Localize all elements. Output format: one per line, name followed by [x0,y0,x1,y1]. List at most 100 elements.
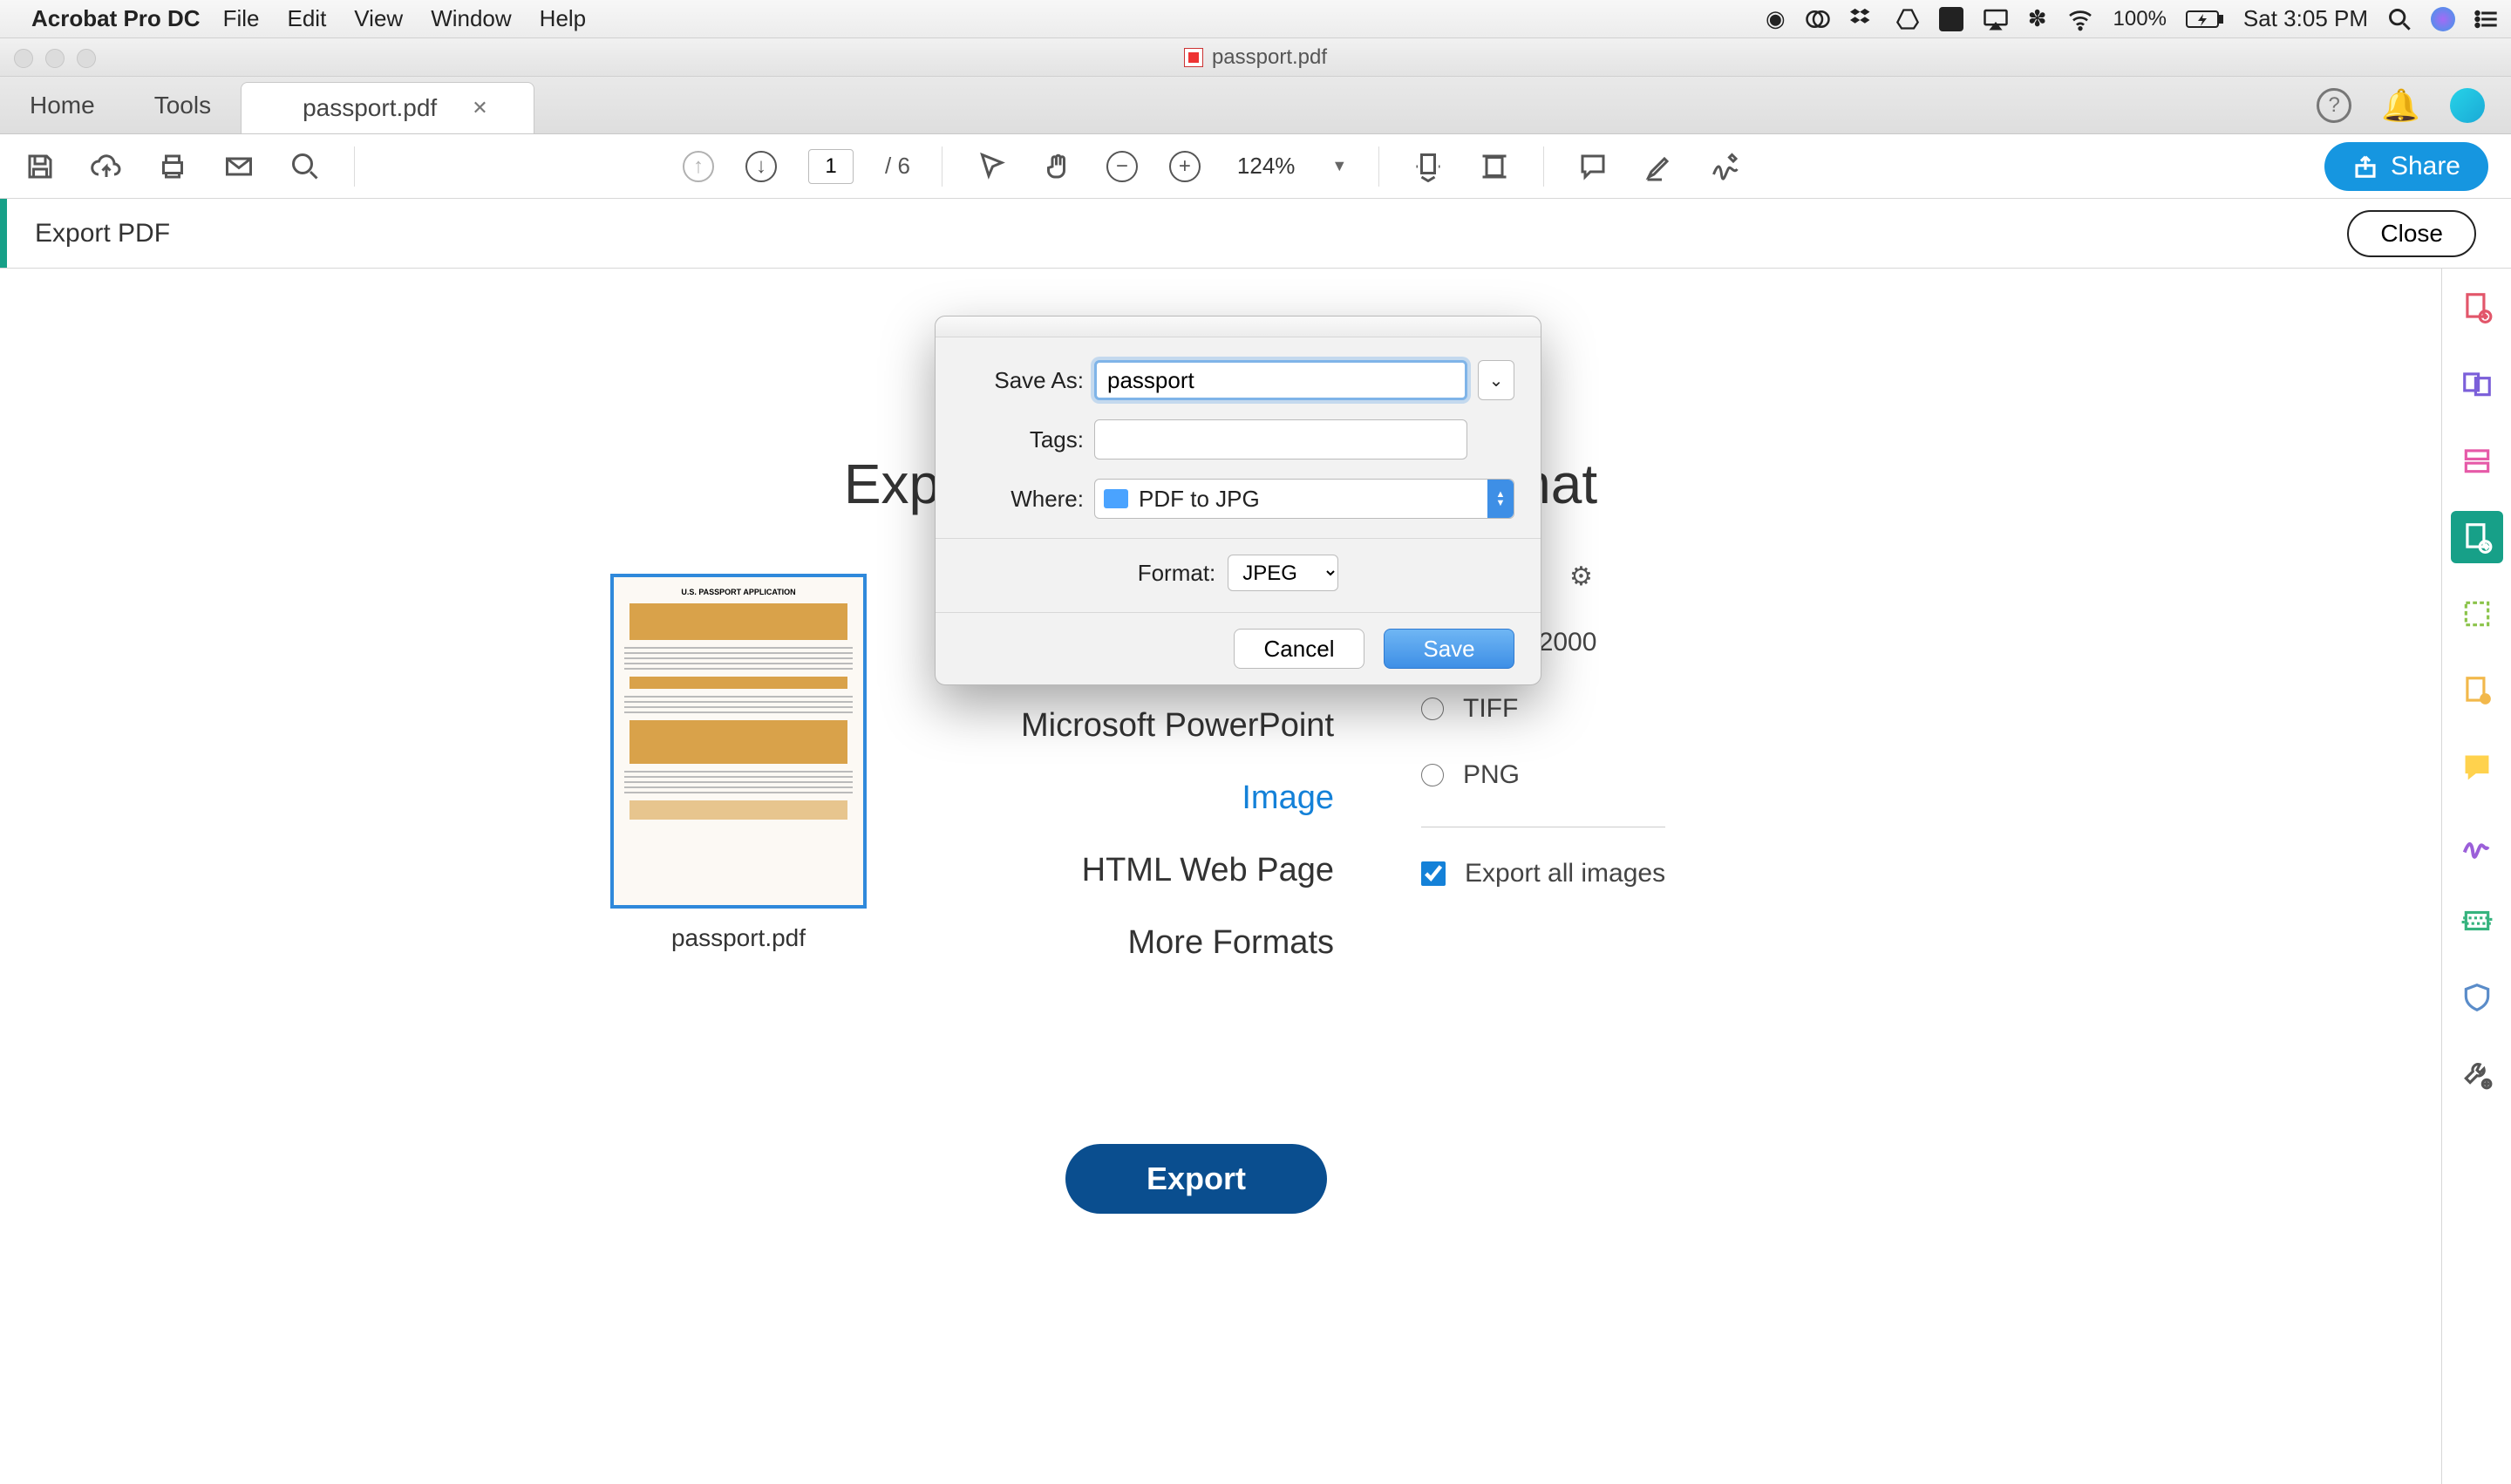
folder-icon [1104,489,1128,508]
search-page-icon[interactable] [288,149,323,184]
battery-percent[interactable]: 100% [2113,7,2167,31]
rail-note-icon[interactable] [2451,741,2503,793]
rail-export-pdf-icon[interactable] [2451,511,2503,563]
option-image[interactable]: Image [959,779,1334,817]
menu-view[interactable]: View [354,5,403,32]
page-down-icon[interactable]: ↓ [745,151,777,182]
rail-organize-icon[interactable] [2451,588,2503,640]
highlight-icon[interactable] [1642,149,1677,184]
label-export-all: Export all images [1465,859,1665,888]
window-title: passport.pdf [1212,45,1327,70]
tab-home[interactable]: Home [0,77,125,133]
label-tiff: TIFF [1463,694,1518,724]
zoom-out-icon[interactable]: − [1106,151,1138,182]
siri-icon[interactable] [2431,7,2455,31]
battery-icon[interactable] [2186,9,2224,30]
thumbnail-caption: passport.pdf [610,924,867,952]
option-powerpoint[interactable]: Microsoft PowerPoint [959,707,1334,745]
close-button[interactable]: Close [2347,210,2476,257]
rail-forms-icon[interactable] [2451,895,2503,947]
tags-input[interactable] [1094,419,1467,459]
checkbox-export-all[interactable] [1421,861,1446,886]
rail-fill-sign-icon[interactable] [2451,818,2503,870]
save-as-input[interactable] [1094,360,1467,400]
rail-edit-pdf-icon[interactable] [2451,434,2503,487]
rail-create-pdf-icon[interactable] [2451,281,2503,333]
dropbox-icon[interactable] [1850,6,1876,32]
drive-icon[interactable] [1895,7,1920,31]
save-dialog: Save As: ⌄ Tags: Where: PDF to JPG ▲▼ Fo… [935,316,1541,685]
save-icon[interactable] [23,149,58,184]
save-as-label: Save As: [962,367,1084,394]
rail-protect-icon[interactable] [2451,971,2503,1024]
tab-document[interactable]: passport.pdf ✕ [241,82,534,133]
clock[interactable]: Sat 3:05 PM [2243,5,2368,32]
export-button[interactable]: Export [1065,1144,1327,1214]
menu-edit[interactable]: Edit [287,5,326,32]
export-pdf-bar: Export PDF Close [0,199,2511,269]
format-category-list: Spreadsheet Microsoft PowerPoint Image H… [959,635,1334,997]
toolbar: ↑ ↓ / 6 − + 124% ▼ Share [0,134,2511,199]
page-input[interactable] [808,149,854,184]
macos-menubar: Acrobat Pro DC File Edit View Window Hel… [0,0,2511,38]
gear-icon[interactable]: ⚙ [1569,562,1593,592]
tab-bar: Home Tools passport.pdf ✕ ? 🔔 [0,77,2511,134]
share-button[interactable]: Share [2324,142,2488,191]
menu-window[interactable]: Window [431,5,511,32]
print-icon[interactable] [155,149,190,184]
avatar[interactable] [2450,88,2485,123]
rail-combine-icon[interactable] [2451,357,2503,410]
mail-icon[interactable] [221,149,256,184]
menu-file[interactable]: File [223,5,260,32]
option-more[interactable]: More Formats [959,924,1334,962]
radio-tiff[interactable] [1421,698,1444,720]
rail-comment-icon[interactable] [2451,664,2503,717]
help-icon[interactable]: ? [2317,88,2351,123]
right-tool-rail [2441,269,2511,1484]
app-square-icon[interactable] [1939,7,1963,31]
app-name[interactable]: Acrobat Pro DC [31,5,201,32]
option-html[interactable]: HTML Web Page [959,852,1334,889]
statusdot-icon[interactable]: ◉ [1766,5,1786,32]
tab-document-label: passport.pdf [303,94,437,122]
wifi-icon[interactable] [2066,5,2094,33]
zoom-value: 124% [1237,153,1296,180]
where-select[interactable]: PDF to JPG ▲▼ [1094,479,1514,519]
save-button[interactable]: Save [1384,629,1514,669]
sign-icon[interactable] [1708,149,1743,184]
hand-tool-icon[interactable] [1040,149,1075,184]
stepper-icon[interactable]: ▲▼ [1487,480,1514,518]
where-label: Where: [962,486,1084,513]
menu-list-icon[interactable] [2474,7,2499,31]
asterisk-icon[interactable]: ✽ [2028,5,2047,32]
cloud-upload-icon[interactable] [89,149,124,184]
tab-close-icon[interactable]: ✕ [472,97,487,119]
zoom-in-icon[interactable]: + [1169,151,1201,182]
radio-png[interactable] [1421,764,1444,786]
export-pdf-title: Export PDF [35,219,170,248]
airplay-icon[interactable] [1983,6,2009,32]
rail-more-tools-icon[interactable] [2451,1048,2503,1100]
window-titlebar: passport.pdf [0,38,2511,77]
menu-help[interactable]: Help [540,5,586,32]
share-label: Share [2391,152,2460,181]
page-total: / 6 [885,153,910,180]
fit-page-icon[interactable] [1477,149,1512,184]
cc-icon[interactable] [1805,6,1831,32]
format-select[interactable]: JPEG [1228,555,1338,591]
expand-dialog-icon[interactable]: ⌄ [1478,360,1514,400]
where-value: PDF to JPG [1139,486,1260,513]
traffic-lights[interactable] [14,49,96,68]
select-tool-icon[interactable] [974,149,1009,184]
tab-tools[interactable]: Tools [125,77,241,133]
page-up-icon[interactable]: ↑ [683,151,714,182]
spotlight-icon[interactable] [2387,7,2412,31]
comment-icon[interactable] [1575,149,1610,184]
bell-icon[interactable]: 🔔 [2381,87,2420,124]
document-thumbnail[interactable]: U.S. PASSPORT APPLICATION passport.pdf [610,574,867,952]
fit-width-icon[interactable] [1411,149,1446,184]
cancel-button[interactable]: Cancel [1234,629,1364,669]
pdf-file-icon [1184,48,1203,67]
tags-label: Tags: [962,426,1084,453]
zoom-dropdown-icon[interactable]: ▼ [1331,157,1347,175]
